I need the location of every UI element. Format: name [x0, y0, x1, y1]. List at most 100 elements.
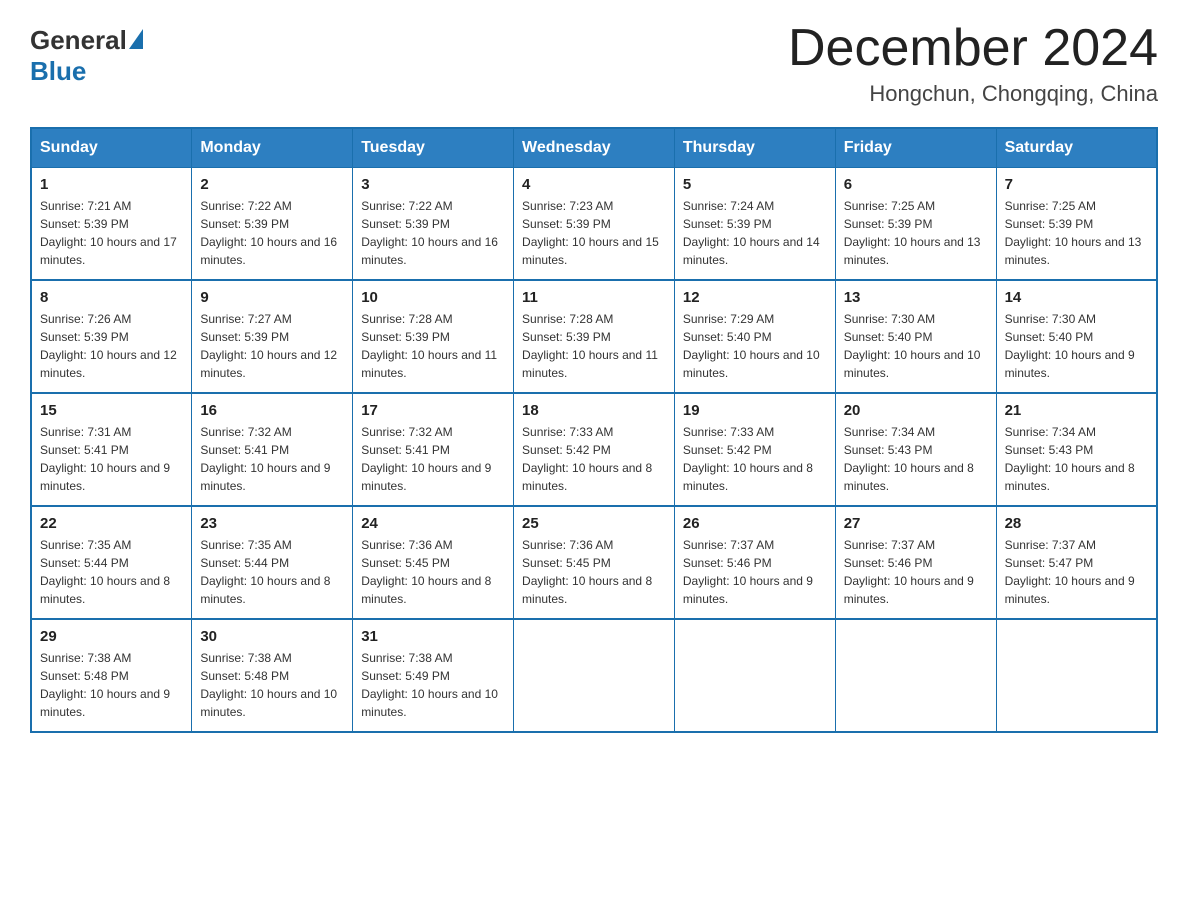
day-number: 14 [1005, 289, 1148, 306]
day-number: 9 [200, 289, 344, 306]
day-info: Sunrise: 7:25 AMSunset: 5:39 PMDaylight:… [844, 197, 988, 269]
table-row: 11 Sunrise: 7:28 AMSunset: 5:39 PMDayligh… [514, 280, 675, 393]
day-info: Sunrise: 7:38 AMSunset: 5:48 PMDaylight:… [40, 649, 183, 721]
day-number: 11 [522, 289, 666, 306]
table-row: 2Sunrise: 7:22 AMSunset: 5:39 PMDaylight… [192, 168, 353, 281]
table-row: 10Sunrise: 7:28 AMSunset: 5:39 PMDayligh… [353, 280, 514, 393]
day-number: 30 [200, 628, 344, 645]
logo-blue-text: Blue [30, 56, 86, 87]
day-info: Sunrise: 7:35 AMSunset: 5:44 PMDaylight:… [200, 536, 344, 608]
col-friday: Friday [835, 128, 996, 168]
day-info: Sunrise: 7:36 AMSunset: 5:45 PMDaylight:… [361, 536, 505, 608]
col-saturday: Saturday [996, 128, 1157, 168]
day-info: Sunrise: 7:32 AMSunset: 5:41 PMDaylight:… [200, 423, 344, 495]
day-info: Sunrise: 7:31 AMSunset: 5:41 PMDaylight:… [40, 423, 183, 495]
table-row: 8 Sunrise: 7:26 AMSunset: 5:39 PMDaylight… [31, 280, 192, 393]
table-row: 5 Sunrise: 7:24 AMSunset: 5:39 PMDaylight… [674, 168, 835, 281]
table-row: 1 Sunrise: 7:21 AMSunset: 5:39 PMDaylight… [31, 168, 192, 281]
day-info: Sunrise: 7:28 AMSunset: 5:39 PMDaylight:… [522, 310, 666, 382]
day-info: Sunrise: 7:21 AMSunset: 5:39 PMDaylight:… [40, 197, 183, 269]
col-wednesday: Wednesday [514, 128, 675, 168]
table-row: 31Sunrise: 7:38 AMSunset: 5:49 PMDayligh… [353, 619, 514, 732]
table-row: 6 Sunrise: 7:25 AMSunset: 5:39 PMDaylight… [835, 168, 996, 281]
day-number: 19 [683, 402, 827, 419]
day-number: 27 [844, 515, 988, 532]
calendar-week-row: 29 Sunrise: 7:38 AMSunset: 5:48 PMDayligh… [31, 619, 1157, 732]
day-info: Sunrise: 7:33 AMSunset: 5:42 PMDaylight:… [683, 423, 827, 495]
day-info: Sunrise: 7:32 AMSunset: 5:41 PMDaylight:… [361, 423, 505, 495]
day-info: Sunrise: 7:37 AMSunset: 5:46 PMDaylight:… [683, 536, 827, 608]
table-row [996, 619, 1157, 732]
day-number: 3 [361, 176, 505, 193]
day-number: 24 [361, 515, 505, 532]
day-number: 22 [40, 515, 183, 532]
calendar-header-row: Sunday Monday Tuesday Wednesday Thursday… [31, 128, 1157, 168]
col-tuesday: Tuesday [353, 128, 514, 168]
table-row: 21 Sunrise: 7:34 AMSunset: 5:43 PMDayligh… [996, 393, 1157, 506]
table-row [674, 619, 835, 732]
day-number: 20 [844, 402, 988, 419]
logo-general-text: General [30, 25, 127, 56]
day-number: 7 [1005, 176, 1148, 193]
day-number: 29 [40, 628, 183, 645]
day-number: 5 [683, 176, 827, 193]
table-row: 20 Sunrise: 7:34 AMSunset: 5:43 PMDayligh… [835, 393, 996, 506]
day-info: Sunrise: 7:23 AMSunset: 5:39 PMDaylight:… [522, 197, 666, 269]
day-info: Sunrise: 7:22 AMSunset: 5:39 PMDaylight:… [361, 197, 505, 269]
day-number: 28 [1005, 515, 1148, 532]
table-row: 13 Sunrise: 7:30 AMSunset: 5:40 PMDayligh… [835, 280, 996, 393]
calendar-table: Sunday Monday Tuesday Wednesday Thursday… [30, 127, 1158, 733]
table-row: 25Sunrise: 7:36 AMSunset: 5:45 PMDayligh… [514, 506, 675, 619]
day-number: 10 [361, 289, 505, 306]
table-row: 17 Sunrise: 7:32 AMSunset: 5:41 PMDayligh… [353, 393, 514, 506]
day-info: Sunrise: 7:37 AMSunset: 5:47 PMDaylight:… [1005, 536, 1148, 608]
table-row: 15Sunrise: 7:31 AMSunset: 5:41 PMDayligh… [31, 393, 192, 506]
day-number: 4 [522, 176, 666, 193]
table-row: 16 Sunrise: 7:32 AMSunset: 5:41 PMDayligh… [192, 393, 353, 506]
table-row [514, 619, 675, 732]
table-row: 3 Sunrise: 7:22 AMSunset: 5:39 PMDaylight… [353, 168, 514, 281]
day-number: 6 [844, 176, 988, 193]
calendar-week-row: 22 Sunrise: 7:35 AMSunset: 5:44 PMDayligh… [31, 506, 1157, 619]
table-row: 23 Sunrise: 7:35 AMSunset: 5:44 PMDayligh… [192, 506, 353, 619]
day-number: 17 [361, 402, 505, 419]
day-number: 13 [844, 289, 988, 306]
day-number: 1 [40, 176, 183, 193]
day-info: Sunrise: 7:33 AMSunset: 5:42 PMDaylight:… [522, 423, 666, 495]
table-row: 12 Sunrise: 7:29 AMSunset: 5:40 PMDayligh… [674, 280, 835, 393]
table-row: 18 Sunrise: 7:33 AMSunset: 5:42 PMDayligh… [514, 393, 675, 506]
location-subtitle: Hongchun, Chongqing, China [788, 81, 1158, 107]
day-info: Sunrise: 7:26 AMSunset: 5:39 PMDaylight:… [40, 310, 183, 382]
day-number: 8 [40, 289, 183, 306]
day-info: Sunrise: 7:30 AMSunset: 5:40 PMDaylight:… [844, 310, 988, 382]
table-row: 19 Sunrise: 7:33 AMSunset: 5:42 PMDayligh… [674, 393, 835, 506]
col-thursday: Thursday [674, 128, 835, 168]
calendar-week-row: 1 Sunrise: 7:21 AMSunset: 5:39 PMDaylight… [31, 168, 1157, 281]
table-row: 24 Sunrise: 7:36 AMSunset: 5:45 PMDayligh… [353, 506, 514, 619]
col-sunday: Sunday [31, 128, 192, 168]
table-row: 26Sunrise: 7:37 AMSunset: 5:46 PMDayligh… [674, 506, 835, 619]
day-info: Sunrise: 7:34 AMSunset: 5:43 PMDaylight:… [1005, 423, 1148, 495]
day-info: Sunrise: 7:29 AMSunset: 5:40 PMDaylight:… [683, 310, 827, 382]
logo: General Blue [30, 20, 143, 87]
day-number: 23 [200, 515, 344, 532]
table-row: 7Sunrise: 7:25 AMSunset: 5:39 PMDaylight… [996, 168, 1157, 281]
table-row: 14Sunrise: 7:30 AMSunset: 5:40 PMDayligh… [996, 280, 1157, 393]
day-info: Sunrise: 7:37 AMSunset: 5:46 PMDaylight:… [844, 536, 988, 608]
table-row: 30Sunrise: 7:38 AMSunset: 5:48 PMDayligh… [192, 619, 353, 732]
day-info: Sunrise: 7:22 AMSunset: 5:39 PMDaylight:… [200, 197, 344, 269]
table-row: 28 Sunrise: 7:37 AMSunset: 5:47 PMDayligh… [996, 506, 1157, 619]
title-section: December 2024 Hongchun, Chongqing, China [788, 20, 1158, 107]
table-row: 29 Sunrise: 7:38 AMSunset: 5:48 PMDayligh… [31, 619, 192, 732]
day-number: 16 [200, 402, 344, 419]
day-info: Sunrise: 7:24 AMSunset: 5:39 PMDaylight:… [683, 197, 827, 269]
calendar-week-row: 15Sunrise: 7:31 AMSunset: 5:41 PMDayligh… [31, 393, 1157, 506]
day-number: 12 [683, 289, 827, 306]
table-row: 22 Sunrise: 7:35 AMSunset: 5:44 PMDayligh… [31, 506, 192, 619]
calendar-week-row: 8 Sunrise: 7:26 AMSunset: 5:39 PMDaylight… [31, 280, 1157, 393]
day-info: Sunrise: 7:35 AMSunset: 5:44 PMDaylight:… [40, 536, 183, 608]
day-number: 21 [1005, 402, 1148, 419]
day-info: Sunrise: 7:34 AMSunset: 5:43 PMDaylight:… [844, 423, 988, 495]
table-row: 4 Sunrise: 7:23 AMSunset: 5:39 PMDaylight… [514, 168, 675, 281]
day-number: 18 [522, 402, 666, 419]
